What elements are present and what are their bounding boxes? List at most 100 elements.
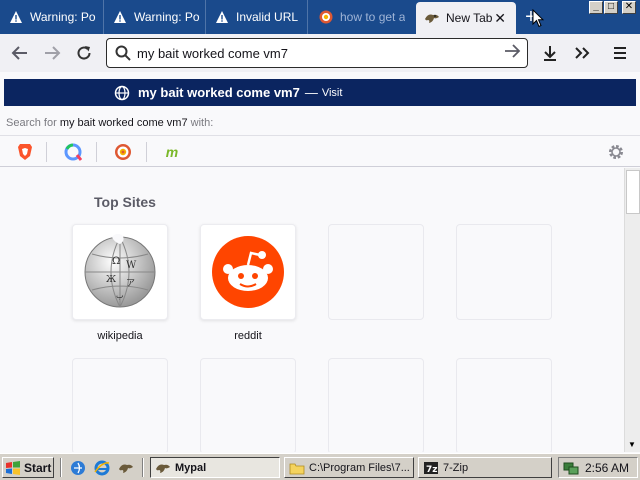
suggestion-query: my bait worked come vm7 [138, 85, 300, 100]
new-tab-icon [424, 10, 440, 26]
tab-invalid-url[interactable]: Invalid URL [206, 0, 308, 34]
search-suggestion-row[interactable]: my bait worked come vm7 — Visit [4, 79, 636, 106]
tab-new-tab[interactable]: New Tab ✕ [416, 2, 516, 34]
minimize-button[interactable]: _ [589, 1, 603, 14]
taskbar-window-label: C:\Program Files\7... [309, 461, 410, 474]
taskbar-window-label: Mypal [175, 461, 207, 474]
maximize-button[interactable]: □ [604, 1, 618, 14]
vertical-scrollbar[interactable]: ▼ [624, 168, 640, 452]
suggestion-action: Visit [321, 86, 343, 99]
reload-button[interactable] [70, 39, 98, 67]
engine-divider [96, 142, 97, 162]
downloads-button[interactable] [536, 39, 564, 67]
tab-label: New Tab [446, 11, 493, 25]
tab-search-result[interactable]: how to get a [310, 0, 414, 34]
go-arrow-icon[interactable] [503, 42, 521, 60]
taskbar-window-7zip[interactable]: 7z 7-Zip [418, 457, 552, 478]
duckduckgo-icon[interactable] [113, 142, 133, 162]
taskbar-window-mypal[interactable]: Mypal [150, 457, 280, 478]
search-settings-gear-icon[interactable] [606, 142, 626, 162]
top-sites-title: Top Sites [94, 194, 156, 210]
taskbar-window-explorer[interactable]: C:\Program Files\7... [284, 457, 414, 478]
chevron-double-right-icon [575, 47, 590, 59]
search-icon [115, 45, 131, 61]
url-bar[interactable] [106, 38, 528, 68]
hamburger-menu-icon [614, 47, 626, 59]
tab-strip: Warning: Po Warning: Po Invalid URL how … [0, 0, 640, 34]
taskbar-divider [60, 458, 62, 477]
one-off-search-engines: m [0, 135, 640, 167]
search-with-query: my bait worked come vm7 [59, 117, 188, 129]
windows-taskbar: Start Mypal C:\Program Files\7... 7z 7-Z… [0, 453, 640, 480]
warning-icon [112, 9, 128, 25]
qwant-icon[interactable] [63, 142, 83, 162]
tab-label: how to get a [340, 10, 406, 24]
reddit-icon [212, 236, 284, 308]
svg-text:Ж: Ж [106, 275, 116, 285]
top-site-empty[interactable] [200, 358, 296, 452]
network-icon[interactable] [563, 460, 579, 476]
close-tab-icon[interactable]: ✕ [494, 10, 506, 27]
mypal-icon [156, 464, 170, 473]
start-label: Start [24, 460, 52, 475]
clock: 2:56 AM [585, 460, 630, 475]
top-site-empty[interactable] [72, 358, 168, 452]
scrollbar-thumb[interactable] [626, 170, 640, 214]
start-button[interactable]: Start [2, 457, 54, 478]
top-site-label: wikipedia [97, 330, 143, 342]
back-button[interactable] [6, 39, 34, 67]
new-tab-page: Top Sites Ω W Ж ア ب wikipedia reddit [0, 168, 624, 452]
svg-text:ب: ب [116, 291, 124, 300]
system-tray: 2:56 AM [558, 457, 638, 478]
top-site-empty[interactable] [328, 224, 424, 320]
scroll-down-arrow-icon[interactable]: ▼ [628, 440, 636, 449]
windows-logo-icon [6, 460, 20, 475]
search-with-suffix: with: [190, 117, 214, 129]
overflow-menu-button[interactable] [568, 39, 596, 67]
forward-button[interactable] [38, 39, 66, 67]
wikipedia-icon: Ω W Ж ア ب [84, 233, 156, 308]
warning-icon [8, 9, 24, 25]
warning-icon [214, 9, 230, 25]
top-site-empty[interactable] [456, 358, 552, 452]
top-site-empty[interactable] [456, 224, 552, 320]
svg-text:ア: ア [126, 279, 135, 289]
tab-label: Warning: Po [134, 10, 200, 24]
7zip-icon: 7z [424, 461, 438, 475]
tab-warning-1[interactable]: Warning: Po [0, 0, 104, 34]
browser-quicklaunch-icon[interactable] [70, 460, 86, 476]
svg-text:7z: 7z [426, 465, 438, 475]
folder-icon [289, 463, 305, 474]
search-with-prefix: Search for [6, 117, 57, 129]
mouse-cursor-icon [532, 9, 544, 28]
url-input[interactable] [137, 45, 497, 61]
top-site-label: reddit [234, 330, 262, 342]
tab-label: Warning: Po [30, 10, 96, 24]
mypal-quicklaunch-icon[interactable] [118, 460, 134, 476]
mojeek-icon[interactable]: m [162, 142, 182, 162]
search-with-row: Search for my bait worked come vm7 with: [0, 113, 640, 135]
tab-warning-2[interactable]: Warning: Po [104, 0, 206, 34]
tab-label: Invalid URL [236, 10, 299, 24]
reload-icon [77, 46, 91, 60]
brave-search-icon[interactable] [15, 142, 35, 162]
back-arrow-icon [11, 46, 27, 60]
download-icon [544, 46, 556, 61]
internet-explorer-icon[interactable] [94, 460, 110, 476]
engine-divider [146, 142, 147, 162]
taskbar-window-label: 7-Zip [443, 461, 469, 474]
suggestion-dash: — [304, 85, 318, 100]
forward-arrow-icon [45, 46, 61, 60]
navigation-toolbar [0, 34, 640, 72]
svg-text:W: W [126, 260, 137, 271]
top-site-wikipedia[interactable]: Ω W Ж ア ب [72, 224, 168, 320]
engine-divider [46, 142, 47, 162]
close-window-button[interactable]: ✕ [622, 1, 636, 14]
taskbar-divider [142, 458, 144, 477]
top-site-reddit[interactable] [200, 224, 296, 320]
duckduckgo-icon [318, 9, 334, 25]
svg-text:Ω: Ω [112, 256, 120, 267]
globe-icon [114, 85, 130, 100]
app-menu-button[interactable] [606, 39, 634, 67]
top-site-empty[interactable] [328, 358, 424, 452]
